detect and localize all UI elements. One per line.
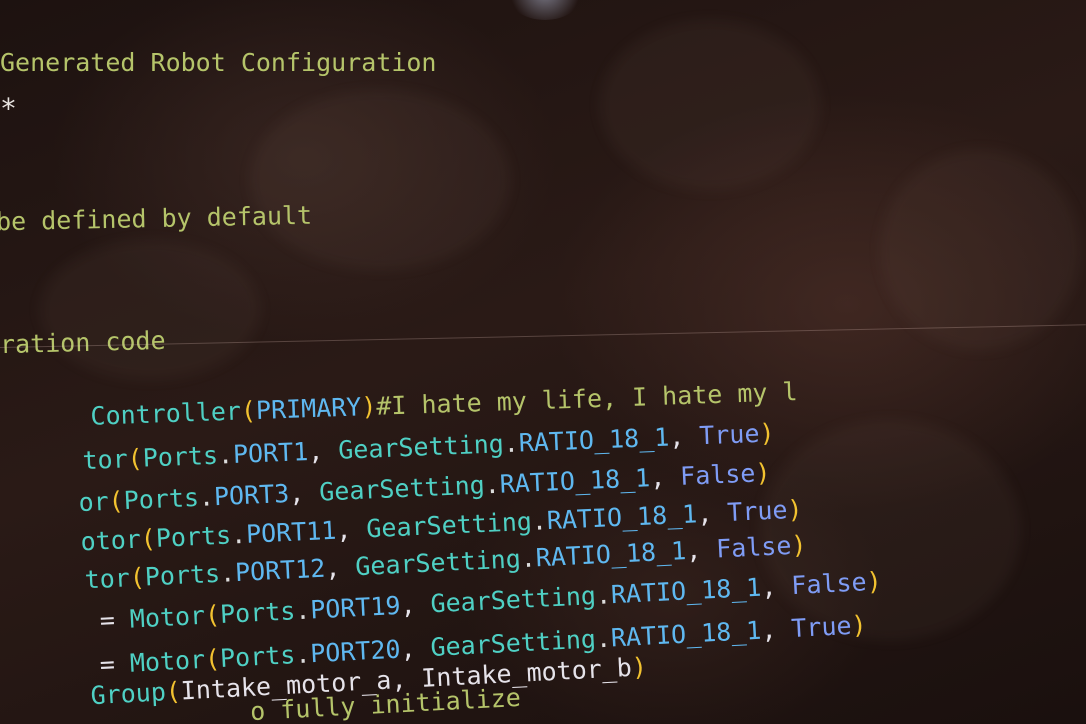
code-token: ( [165, 676, 182, 707]
code-token: ) [865, 566, 883, 597]
code-line-4: ration code [0, 325, 166, 360]
code-line-2: * [0, 92, 17, 125]
code-token: ) [850, 610, 868, 640]
code-line-3: be defined by default [0, 200, 313, 237]
code-editor-text: Generated Robot Configuration * be defin… [0, 0, 1086, 724]
code-token: Group [89, 677, 167, 711]
photo-of-screen: Generated Robot Configuration * be defin… [0, 0, 1086, 724]
code-token: True [790, 610, 853, 644]
code-token: , [760, 614, 793, 645]
code-line-1: Generated Robot Configuration [0, 48, 437, 77]
code-token: ) [631, 652, 648, 682]
